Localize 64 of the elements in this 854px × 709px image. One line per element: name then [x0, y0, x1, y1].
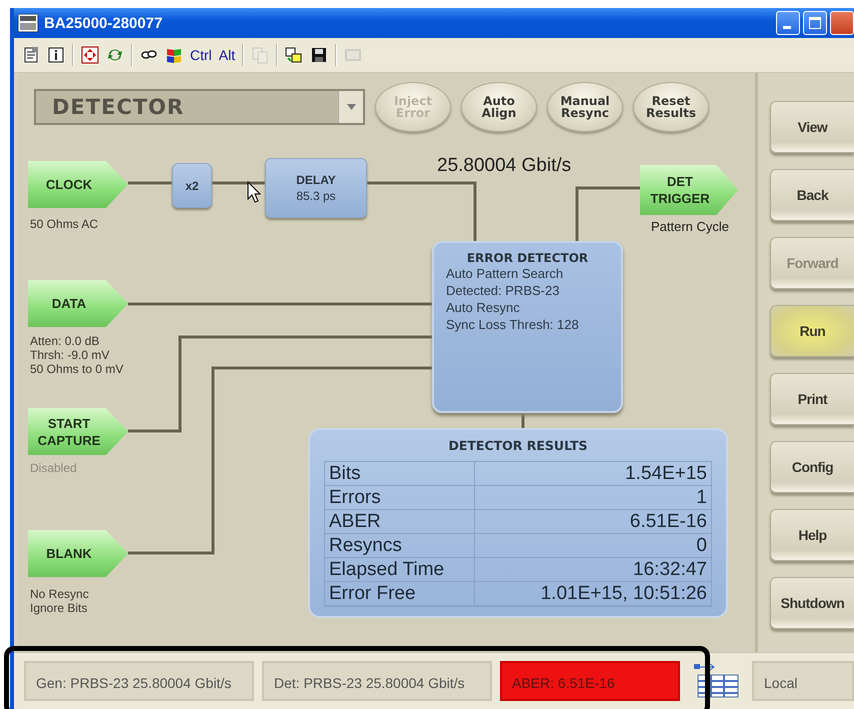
- trigger-button[interactable]: DET TRIGGER: [640, 165, 738, 215]
- properties-icon[interactable]: [22, 46, 40, 64]
- input-button[interactable]: CLOCK: [28, 161, 128, 208]
- result-label: Elapsed Time: [325, 558, 475, 582]
- result-label: Error Free: [325, 582, 475, 606]
- detector-setting: Auto Resync: [446, 299, 521, 316]
- info-icon[interactable]: [47, 46, 65, 64]
- error-detector-box[interactable]: ERROR DETECTOR Auto Pattern Search Detected: PRBS-23 Auto Resync Sync Loss Thresh: 128: [432, 241, 623, 413]
- minimize-button[interactable]: [776, 11, 800, 35]
- side-button[interactable]: View: [770, 101, 854, 153]
- status-field: ABER: 6.51E-16: [500, 661, 680, 701]
- result-value: 1: [475, 486, 711, 510]
- input-button[interactable]: DATA: [28, 280, 128, 327]
- result-value: 16:32:47: [475, 558, 711, 582]
- key-button[interactable]: Alt: [218, 47, 236, 63]
- input-note: Atten: 0.0 dB: [30, 334, 100, 348]
- dropdown-arrow-icon: [346, 104, 356, 110]
- trigger-note: Pattern Cycle: [650, 219, 730, 234]
- key-button[interactable]: Ctrl: [190, 47, 212, 63]
- panel-title: DETECTOR RESULTS: [447, 438, 589, 453]
- result-value: 6.51E-16: [475, 510, 711, 534]
- mode-dropdown[interactable]: DETECTOR: [34, 89, 365, 125]
- detector-setting: Detected: PRBS-23: [446, 282, 560, 299]
- result-label: Errors: [325, 486, 475, 510]
- box-title: ERROR DETECTOR: [466, 251, 590, 265]
- mouse-pointer-icon: [247, 181, 261, 203]
- save-icon[interactable]: [310, 46, 328, 64]
- status-field: Det: PRBS-23 25.80004 Gbit/s: [262, 661, 492, 701]
- close-button[interactable]: [830, 11, 854, 35]
- result-label: Bits: [325, 462, 475, 486]
- side-button[interactable]: Print: [770, 373, 854, 425]
- result-value: 0: [475, 534, 711, 558]
- input-note: Ignore Bits: [30, 601, 88, 615]
- input-note: Disabled: [30, 461, 77, 475]
- side-button[interactable]: Shutdown: [770, 577, 854, 629]
- detector-setting: Auto Pattern Search: [446, 265, 564, 282]
- input-note: No Resync: [30, 587, 89, 601]
- action-button[interactable]: Manual Resync: [547, 82, 623, 132]
- result-value: 1.54E+15: [475, 462, 711, 486]
- input-button[interactable]: BLANK: [28, 530, 128, 577]
- input-note: Thrsh: -9.0 mV: [30, 348, 110, 362]
- multiplier-button[interactable]: x2: [172, 163, 212, 208]
- bit-rate: 25.80004 Gbit/s: [437, 155, 572, 177]
- app-icon: [18, 14, 38, 32]
- flag-icon[interactable]: [165, 46, 183, 64]
- result-label: Resyncs: [325, 534, 475, 558]
- result-label: ABER: [325, 510, 475, 534]
- status-field: Gen: PRBS-23 25.80004 Gbit/s: [24, 661, 254, 701]
- status-field: Local: [752, 661, 854, 701]
- side-button[interactable]: Config: [770, 441, 854, 493]
- side-button[interactable]: Help: [770, 509, 854, 561]
- window-title: BA25000-280077: [44, 14, 162, 32]
- action-button[interactable]: Auto Align: [461, 82, 537, 132]
- detector-setting: Sync Loss Thresh: 128: [446, 316, 580, 333]
- transfer-icon[interactable]: [285, 46, 304, 64]
- side-button[interactable]: Back: [770, 169, 854, 221]
- input-note: 50 Ohms AC: [30, 217, 98, 231]
- side-button[interactable]: Run: [770, 305, 854, 357]
- move-icon[interactable]: [81, 46, 99, 64]
- input-note: 50 Ohms to 0 mV: [30, 362, 124, 376]
- result-value: 1.01E+15, 10:51:26: [475, 582, 711, 606]
- maximize-button[interactable]: [803, 11, 827, 35]
- action-button[interactable]: Reset Results: [633, 82, 709, 132]
- delay-button[interactable]: DELAY 85.3 ps: [265, 158, 367, 218]
